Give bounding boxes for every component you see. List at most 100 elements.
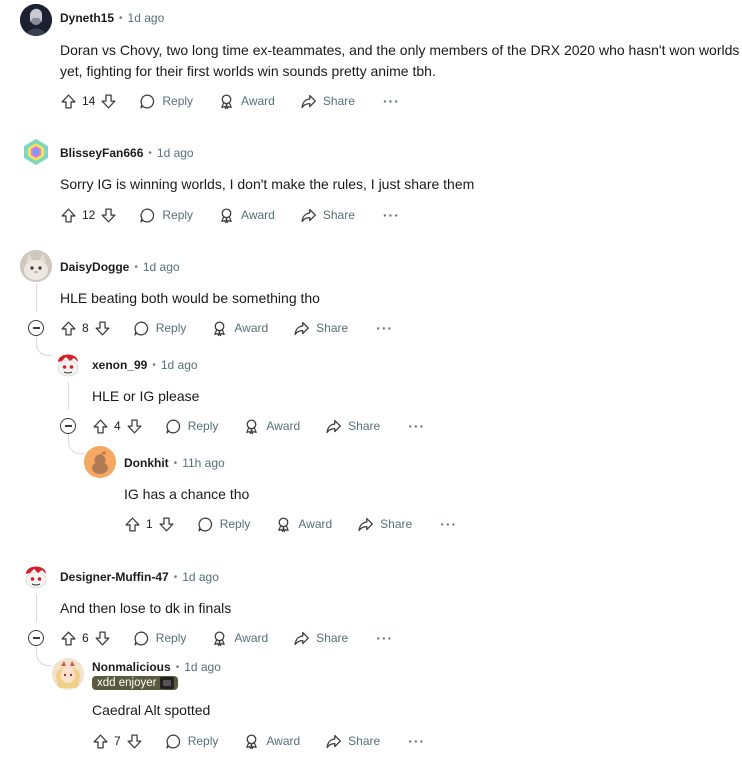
timestamp[interactable]: 1d ago [182, 570, 219, 584]
user-avatar[interactable] [20, 250, 52, 282]
reply-label: Reply [162, 208, 194, 222]
share-button[interactable]: Share [293, 630, 348, 647]
user-avatar[interactable] [20, 136, 52, 168]
user-avatar[interactable] [52, 348, 84, 380]
user-avatar[interactable] [20, 4, 52, 36]
award-label: Award [234, 631, 269, 645]
share-icon [300, 207, 317, 224]
share-label: Share [322, 208, 355, 222]
timestamp[interactable]: 1d ago [128, 11, 165, 25]
award-button[interactable]: Award [243, 733, 300, 750]
share-icon [293, 320, 310, 337]
share-button[interactable]: Share [300, 207, 355, 224]
timestamp[interactable]: 1d ago [161, 358, 198, 372]
more-options-button[interactable]: ··· [440, 516, 457, 532]
username[interactable]: Donkhit [124, 456, 169, 470]
timestamp[interactable]: 11h ago [182, 456, 225, 470]
comment: DaisyDogge • 1d ago HLE beating both wou… [0, 244, 742, 344]
separator-dot: • [173, 571, 178, 583]
user-avatar[interactable] [84, 446, 116, 478]
award-label: Award [266, 734, 301, 748]
downvote-icon[interactable] [100, 207, 117, 224]
more-options-button[interactable]: ··· [376, 320, 393, 336]
downvote-icon[interactable] [100, 93, 117, 110]
share-button[interactable]: Share [357, 516, 412, 533]
comment-action-bar: 6 Reply Award Share ··· [60, 626, 393, 650]
username[interactable]: DaisyDogge [60, 260, 129, 274]
downvote-icon[interactable] [94, 630, 111, 647]
reply-icon [133, 630, 150, 647]
reply-icon [165, 733, 182, 750]
comment-text-line: Sorry IG is winning worlds, I don't make… [60, 176, 475, 192]
user-avatar[interactable] [20, 560, 52, 592]
award-button[interactable]: Award [211, 320, 268, 337]
share-button[interactable]: Share [300, 93, 355, 110]
comment: Dyneth15 • 1d ago Doran vs Chovy, two lo… [0, 0, 742, 120]
username[interactable]: Nonmalicious [92, 660, 171, 674]
upvote-icon[interactable] [92, 733, 109, 750]
more-options-button[interactable]: ··· [383, 93, 400, 109]
more-options-button[interactable]: ··· [383, 207, 400, 223]
award-label: Award [241, 208, 275, 222]
award-icon [243, 733, 260, 750]
vote-count: 14 [82, 94, 96, 108]
reply-button[interactable]: Reply [139, 207, 193, 224]
upvote-icon[interactable] [60, 630, 77, 647]
comment-action-bar: 14 Reply Award Share ··· [60, 89, 400, 113]
timestamp[interactable]: 1d ago [157, 146, 194, 160]
reply-icon [133, 320, 150, 337]
share-button[interactable]: Share [325, 733, 380, 750]
timestamp[interactable]: 1d ago [184, 660, 221, 674]
share-icon [325, 733, 342, 750]
award-button[interactable]: Award [275, 516, 332, 533]
comment-action-bar: 1 Reply Award Share ··· [124, 512, 457, 536]
award-button[interactable]: Award [211, 630, 268, 647]
upvote-icon[interactable] [60, 320, 77, 337]
award-icon [211, 630, 228, 647]
collapse-thread-button[interactable] [60, 418, 76, 434]
username[interactable]: BlisseyFan666 [60, 146, 143, 160]
reply-button[interactable]: Reply [133, 630, 186, 647]
comment-text-line: yet, fighting for their first worlds win… [60, 63, 436, 79]
downvote-icon[interactable] [126, 733, 143, 750]
collapse-thread-button[interactable] [28, 630, 44, 646]
award-label: Award [266, 419, 301, 433]
comment-body: HLE beating both would be something tho [60, 288, 730, 309]
reply-label: Reply [187, 419, 219, 433]
upvote-icon[interactable] [60, 207, 77, 224]
comment-body: HLE or IG please [92, 386, 732, 407]
more-options-button[interactable]: ··· [376, 630, 393, 646]
timestamp[interactable]: 1d ago [143, 260, 180, 274]
reply-label: Reply [162, 94, 194, 108]
more-options-button[interactable]: ··· [408, 733, 425, 749]
downvote-icon[interactable] [94, 320, 111, 337]
upvote-icon[interactable] [60, 93, 77, 110]
downvote-icon[interactable] [126, 418, 143, 435]
collapse-thread-button[interactable] [28, 320, 44, 336]
reply-button[interactable]: Reply [165, 733, 218, 750]
separator-dot: • [175, 661, 180, 673]
award-button[interactable]: Award [243, 418, 300, 435]
comment-text-line: And then lose to dk in finals [60, 600, 232, 616]
share-button[interactable]: Share [325, 418, 380, 435]
award-icon [218, 93, 235, 110]
upvote-icon[interactable] [124, 516, 141, 533]
username[interactable]: xenon_99 [92, 358, 147, 372]
award-button[interactable]: Award [218, 207, 275, 224]
reply-button[interactable]: Reply [197, 516, 250, 533]
award-icon [218, 207, 235, 224]
upvote-icon[interactable] [92, 418, 109, 435]
reply-button[interactable]: Reply [165, 418, 219, 435]
more-options-button[interactable]: ··· [408, 418, 425, 434]
separator-dot: • [119, 12, 123, 24]
share-button[interactable]: Share [293, 320, 348, 337]
award-button[interactable]: Award [218, 93, 275, 110]
username[interactable]: Designer-Muffin-47 [60, 570, 169, 584]
reply-button[interactable]: Reply [133, 320, 186, 337]
user-avatar[interactable] [52, 658, 84, 690]
username[interactable]: Dyneth15 [60, 11, 114, 25]
share-icon [325, 418, 342, 435]
reply-icon [139, 207, 156, 224]
downvote-icon[interactable] [158, 516, 175, 533]
reply-button[interactable]: Reply [139, 93, 193, 110]
